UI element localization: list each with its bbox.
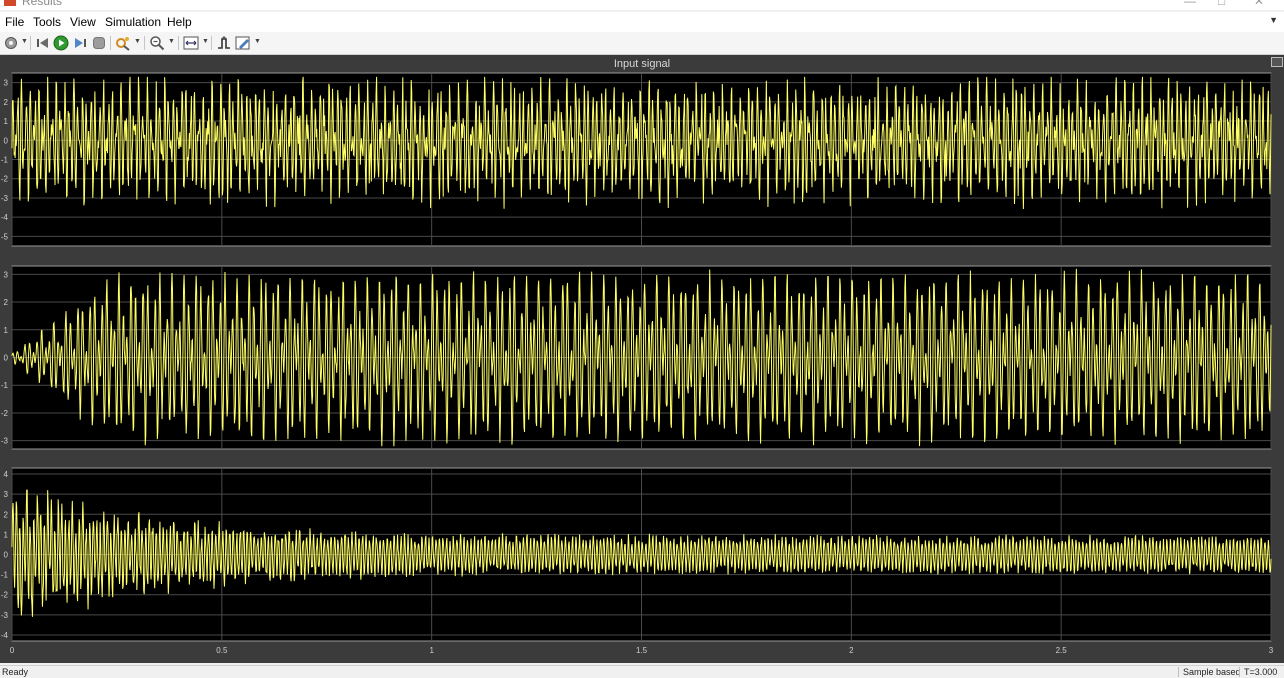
- settings-icon[interactable]: [3, 35, 19, 51]
- y-tick-label: 3: [4, 270, 9, 279]
- y-tick-label: -3: [1, 437, 9, 446]
- y-tick-label: 0: [4, 354, 9, 363]
- edit-dropdown-icon[interactable]: ▼: [254, 38, 261, 45]
- app-icon: [4, 0, 16, 6]
- y-tick-label: -4: [1, 631, 9, 640]
- scale-dropdown-icon[interactable]: ▼: [202, 38, 209, 45]
- y-tick-label: 2: [4, 98, 9, 107]
- y-tick-label: 4: [4, 470, 9, 479]
- y-tick-label: 1: [4, 326, 9, 335]
- x-tick-label: 3: [1269, 646, 1274, 655]
- menu-tools[interactable]: Tools: [33, 15, 61, 29]
- y-tick-label: 3: [4, 490, 9, 499]
- y-tick-label: 3: [4, 79, 9, 88]
- highlight-dropdown-icon[interactable]: ▼: [134, 38, 141, 45]
- menu-help[interactable]: Help: [167, 15, 192, 29]
- x-tick-label: 0: [10, 646, 15, 655]
- scale-axes-icon[interactable]: [183, 35, 199, 51]
- toolbar-separator: [30, 36, 31, 50]
- y-tick-label: 1: [4, 117, 9, 126]
- y-tick-label: -1: [1, 156, 9, 165]
- close-icon[interactable]: ✕: [1254, 0, 1264, 8]
- window-title: Results: [22, 0, 63, 8]
- menu-overflow-icon[interactable]: ▼: [1269, 15, 1278, 25]
- menu-simulation[interactable]: Simulation: [105, 15, 161, 29]
- y-tick-label: 2: [4, 298, 9, 307]
- y-tick-label: 2: [4, 510, 9, 519]
- menu-file[interactable]: File: [5, 15, 24, 29]
- x-tick-label: 2: [849, 646, 854, 655]
- toolbar: ▼ ▼ ▼ ▼ ▼: [0, 32, 1284, 55]
- status-ready: Ready: [2, 667, 29, 677]
- y-tick-label: -2: [1, 175, 9, 184]
- settings-dropdown-icon[interactable]: ▼: [21, 38, 28, 45]
- x-tick-label: 0.5: [216, 646, 228, 655]
- y-tick-label: 0: [4, 551, 9, 560]
- menu-view[interactable]: View: [70, 15, 96, 29]
- zoom-dropdown-icon[interactable]: ▼: [168, 38, 175, 45]
- y-tick-label: -1: [1, 381, 9, 390]
- y-tick-label: -5: [1, 232, 9, 241]
- triggers-icon[interactable]: [216, 35, 232, 51]
- y-tick-label: -1: [1, 571, 9, 580]
- run-icon[interactable]: [53, 35, 69, 51]
- highlight-icon[interactable]: [115, 35, 131, 51]
- title-bar: Results — □ ✕: [0, 0, 1284, 10]
- toolbar-separator: [178, 36, 179, 50]
- y-tick-label: -3: [1, 611, 9, 620]
- y-tick-label: -4: [1, 213, 9, 222]
- edit-icon[interactable]: [235, 35, 251, 51]
- y-tick-label: 0: [4, 136, 9, 145]
- y-tick-label: -2: [1, 409, 9, 418]
- menu-bar: File Tools View Simulation Help ▼: [0, 12, 1284, 32]
- minimize-icon[interactable]: —: [1184, 0, 1196, 8]
- y-tick-label: 1: [4, 530, 9, 539]
- x-tick-label: 1.5: [636, 646, 648, 655]
- y-tick-label: -3: [1, 194, 9, 203]
- toolbar-separator: [110, 36, 111, 50]
- stop-icon[interactable]: [91, 35, 107, 51]
- y-tick-label: -2: [1, 591, 9, 600]
- step-back-icon[interactable]: [35, 35, 51, 51]
- step-forward-icon[interactable]: [72, 35, 88, 51]
- sample-mode-label: Sample based: [1178, 667, 1241, 677]
- scope-axes[interactable]: 3210-1-2-3-4-53210-1-2-343210-1-2-3-40 0.…: [0, 55, 1284, 663]
- status-bar: Ready Sample based T=3.000: [0, 665, 1284, 678]
- zoom-icon[interactable]: [149, 35, 165, 51]
- x-tick-label: 2.5: [1056, 646, 1068, 655]
- x-tick-label: 1: [429, 646, 434, 655]
- toolbar-separator: [211, 36, 212, 50]
- sim-time-label: T=3.000: [1239, 667, 1277, 677]
- toolbar-separator: [144, 36, 145, 50]
- maximize-icon[interactable]: □: [1218, 0, 1225, 8]
